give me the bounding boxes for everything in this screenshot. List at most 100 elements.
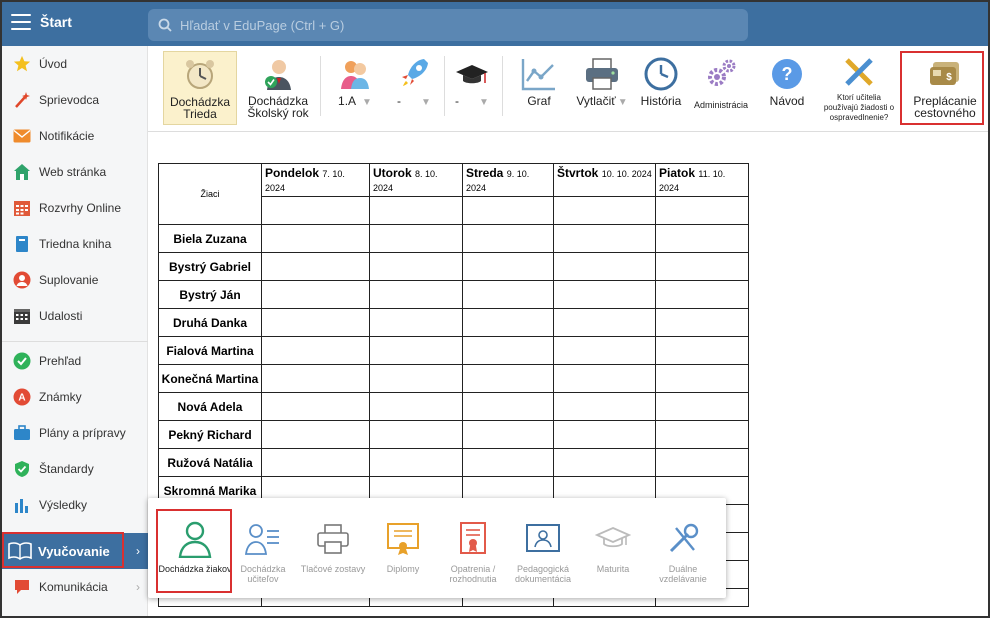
table-cell[interactable] — [261, 420, 370, 449]
table-cell[interactable] — [553, 392, 656, 421]
student-name[interactable]: Nová Adela — [158, 392, 262, 421]
table-cell[interactable] — [261, 196, 370, 225]
search-input[interactable] — [180, 9, 720, 41]
table-cell[interactable] — [462, 196, 554, 225]
table-cell[interactable] — [369, 364, 463, 393]
sidebar-item-triedna-kniha[interactable]: Triedna kniha — [0, 226, 148, 262]
teachers-question-button[interactable]: Ktorí učitelia používajú žiadosti o ospr… — [818, 51, 900, 125]
attendance-class-label: Dochádzka Trieda — [169, 95, 231, 121]
sidebar-item-prehlad[interactable]: Prehľad — [0, 343, 148, 379]
table-cell[interactable] — [369, 308, 463, 337]
student-name[interactable]: Ružová Natália — [158, 448, 262, 477]
table-cell[interactable] — [655, 224, 749, 253]
menu-item-print-reports[interactable]: Tlačové zostavy — [296, 508, 370, 592]
table-cell[interactable] — [655, 196, 749, 225]
table-cell[interactable] — [462, 392, 554, 421]
search-box[interactable] — [148, 9, 748, 41]
day-header: Pondelok 7. 10. 2024 — [261, 163, 370, 197]
table-cell[interactable] — [553, 420, 656, 449]
table-cell[interactable] — [369, 420, 463, 449]
table-cell[interactable] — [553, 196, 656, 225]
table-cell[interactable] — [655, 420, 749, 449]
menu-item-pedagogical-docs[interactable]: Pedagogická dokumentácia — [506, 508, 580, 592]
sidebar-item-suplovanie[interactable]: Suplovanie — [0, 262, 148, 298]
sidebar-item-uvod[interactable]: Úvod — [0, 46, 148, 82]
graph-button[interactable]: Graf — [514, 51, 564, 125]
administration-button[interactable]: Administrácia — [692, 51, 750, 125]
student-name[interactable]: Fialová Martina — [158, 336, 262, 365]
attendance-class-button[interactable]: Dochádzka Trieda — [163, 51, 237, 125]
menu-item-dual-education[interactable]: Duálne vzdelávanie — [646, 508, 720, 592]
table-cell[interactable] — [655, 364, 749, 393]
table-cell[interactable] — [369, 448, 463, 477]
sidebar-item-vysledky[interactable]: Výsledky — [0, 487, 148, 523]
table-cell[interactable] — [462, 448, 554, 477]
table-cell[interactable] — [369, 224, 463, 253]
sidebar-item-komunikacia[interactable]: Komunikácia › — [0, 569, 148, 605]
start-title[interactable]: Štart — [40, 14, 72, 30]
table-cell[interactable] — [261, 308, 370, 337]
sidebar-item-plany[interactable]: Plány a prípravy — [0, 415, 148, 451]
table-cell[interactable] — [369, 336, 463, 365]
table-cell[interactable] — [655, 392, 749, 421]
student-name[interactable]: Biela Zuzana — [158, 224, 262, 253]
table-cell[interactable] — [261, 280, 370, 309]
table-cell[interactable] — [462, 336, 554, 365]
table-cell[interactable] — [655, 308, 749, 337]
table-cell[interactable] — [553, 280, 656, 309]
table-cell[interactable] — [261, 448, 370, 477]
table-cell[interactable] — [369, 196, 463, 225]
sidebar-item-udalosti[interactable]: Udalosti — [0, 298, 148, 334]
menu-item-maturita[interactable]: Maturita — [576, 508, 650, 592]
table-cell[interactable] — [462, 364, 554, 393]
table-cell[interactable] — [553, 448, 656, 477]
menu-item-label: Opatrenia / rozhodnutia — [449, 564, 497, 584]
table-cell[interactable] — [553, 224, 656, 253]
sidebar-item-znamky[interactable]: A Známky — [0, 379, 148, 415]
table-cell[interactable] — [369, 280, 463, 309]
student-name[interactable]: Bystrý Gabriel — [158, 252, 262, 281]
table-cell[interactable] — [462, 252, 554, 281]
attendance-year-button[interactable]: Dochádzka Školský rok — [241, 51, 315, 125]
table-cell[interactable] — [553, 252, 656, 281]
help-button[interactable]: ? Návod — [760, 51, 814, 125]
table-cell[interactable] — [462, 280, 554, 309]
table-cell[interactable] — [261, 224, 370, 253]
select-3[interactable]: - ▼ — [444, 51, 500, 125]
student-name[interactable]: Pekný Richard — [158, 420, 262, 449]
print-button[interactable]: Vytlačiť ▼ — [572, 51, 632, 125]
history-button[interactable]: História — [636, 51, 686, 125]
table-cell[interactable] — [369, 392, 463, 421]
table-cell[interactable] — [655, 252, 749, 281]
class-select[interactable]: 1.A ▼ — [328, 51, 382, 125]
menu-item-measures[interactable]: Opatrenia / rozhodnutia — [436, 508, 510, 592]
menu-item-teacher-attendance[interactable]: Dochádzka učiteľov — [226, 508, 300, 592]
table-cell[interactable] — [462, 308, 554, 337]
sidebar-item-web-stranka[interactable]: Web stránka — [0, 154, 148, 190]
menu-item-diplomas[interactable]: Diplomy — [366, 508, 440, 592]
table-cell[interactable] — [655, 336, 749, 365]
student-name[interactable]: Bystrý Ján — [158, 280, 262, 309]
table-cell[interactable] — [655, 280, 749, 309]
calendar-icon — [13, 307, 31, 325]
sidebar-item-sprievodca[interactable]: Sprievodca — [0, 82, 148, 118]
sidebar-item-notifikacie[interactable]: Notifikácie — [0, 118, 148, 154]
table-cell[interactable] — [462, 420, 554, 449]
table-cell[interactable] — [553, 308, 656, 337]
sidebar-item-standardy[interactable]: Štandardy — [0, 451, 148, 487]
caret-down-icon: ▼ — [479, 97, 489, 108]
sidebar-item-rozvrhy[interactable]: Rozvrhy Online — [0, 190, 148, 226]
hamburger-menu-icon[interactable] — [11, 14, 31, 30]
table-cell[interactable] — [553, 336, 656, 365]
table-cell[interactable] — [462, 224, 554, 253]
table-cell[interactable] — [261, 392, 370, 421]
table-cell[interactable] — [261, 336, 370, 365]
table-cell[interactable] — [369, 252, 463, 281]
table-cell[interactable] — [553, 364, 656, 393]
table-cell[interactable] — [655, 448, 749, 477]
table-cell[interactable] — [261, 364, 370, 393]
student-name[interactable]: Konečná Martina — [158, 364, 262, 393]
select-2[interactable]: - ▼ — [388, 51, 440, 125]
student-name[interactable]: Druhá Danka — [158, 308, 262, 337]
table-cell[interactable] — [261, 252, 370, 281]
